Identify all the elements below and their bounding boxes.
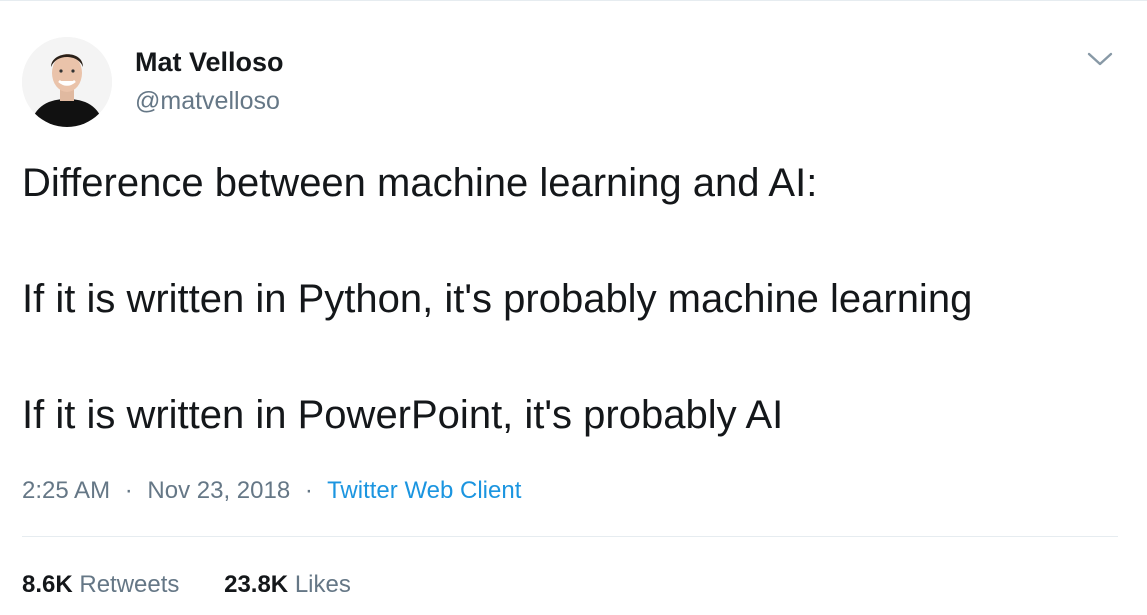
likes-count: 23.8K [224, 571, 289, 598]
tweet-card: Mat Velloso @matvelloso Difference betwe… [0, 0, 1147, 615]
meta-separator: · [124, 477, 133, 504]
avatar-image [22, 37, 112, 127]
author-handle[interactable]: @matvelloso [135, 87, 280, 116]
tweet-date[interactable]: Nov 23, 2018 [147, 477, 290, 504]
tweet-time[interactable]: 2:25 AM [22, 477, 110, 504]
likes-stat[interactable]: 23.8K Likes [224, 571, 351, 599]
retweets-count: 8.6K [22, 571, 73, 598]
tweet-text-line: If it is written in PowerPoint, it's pro… [22, 393, 784, 437]
retweets-label: Retweets [79, 571, 180, 598]
avatar[interactable] [22, 37, 112, 127]
divider [22, 536, 1118, 537]
likes-label: Likes [294, 571, 351, 598]
meta-separator: · [304, 477, 313, 504]
tweet-stats: 8.6K Retweets 23.8K Likes [22, 571, 389, 599]
retweets-stat[interactable]: 8.6K Retweets [22, 571, 179, 599]
tweet-text-line: Difference between machine learning and … [22, 161, 818, 205]
chevron-down-icon[interactable] [1086, 49, 1114, 69]
tweet-text-line: If it is written in Python, it's probabl… [22, 277, 973, 321]
tweet-client-link[interactable]: Twitter Web Client [327, 477, 521, 504]
tweet-meta: 2:25 AM · Nov 23, 2018 · Twitter Web Cli… [22, 477, 521, 505]
author-name[interactable]: Mat Velloso [135, 47, 284, 78]
